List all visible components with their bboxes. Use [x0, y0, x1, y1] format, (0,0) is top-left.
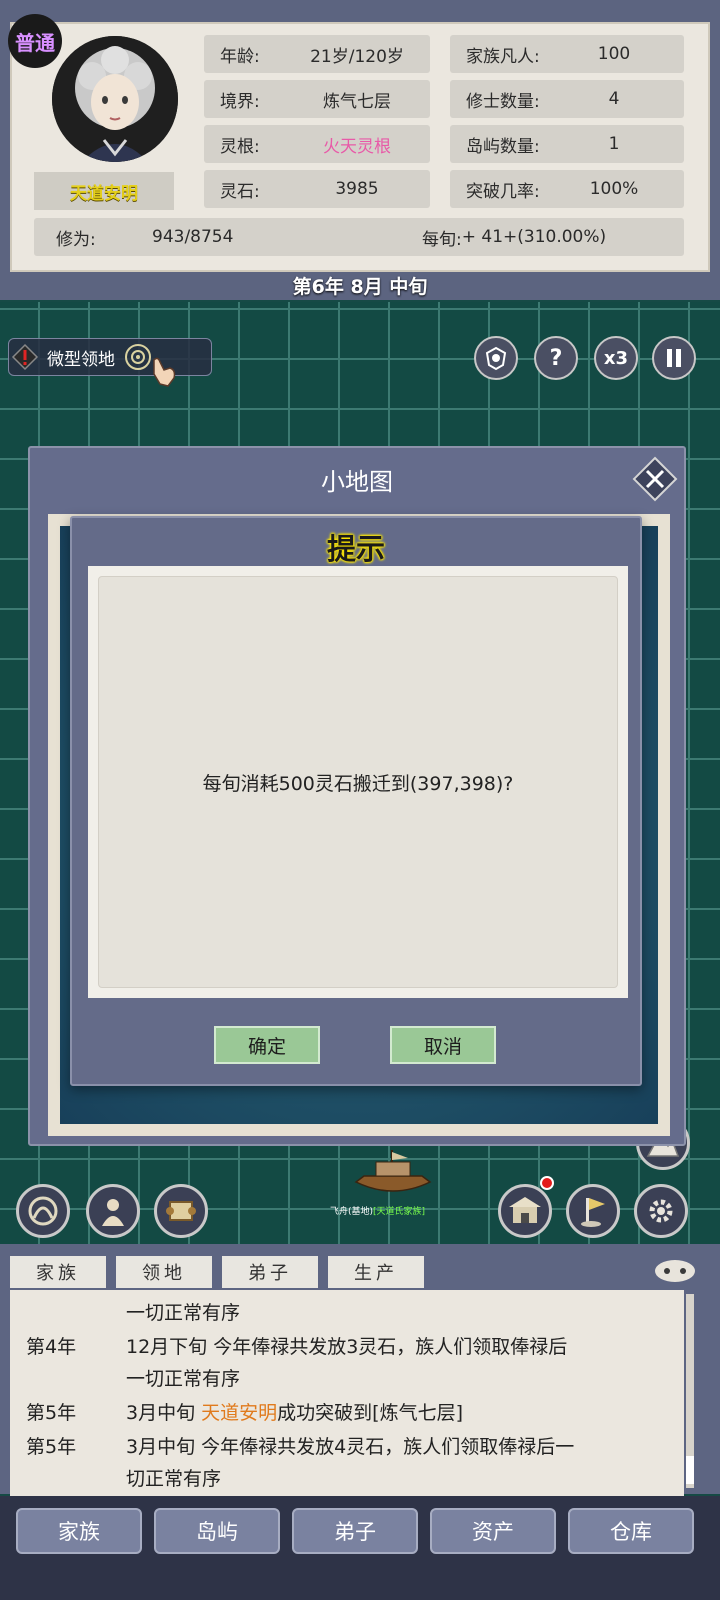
avatar-portrait-icon: [52, 36, 178, 162]
confirm-message: 每旬消耗500灵石搬迁到(397,398)?: [202, 772, 514, 795]
nav-islands[interactable]: 岛屿: [154, 1508, 280, 1554]
stat-value: 100: [597, 44, 631, 64]
alert-icon: [11, 343, 39, 371]
log-message: 12月下旬 今年俸禄共发放3灵石，族人们领取俸禄后: [126, 1336, 568, 1358]
confirm-title: 提示: [326, 532, 385, 566]
stat-islands: 岛屿数量: 1: [450, 125, 684, 163]
temple-icon: [509, 1197, 541, 1223]
stat-realm: 境界: 炼气七层: [204, 80, 430, 118]
notification-dot: [540, 1176, 554, 1190]
pause-icon: [667, 349, 681, 367]
log-scrollbar-thumb[interactable]: [686, 1456, 694, 1484]
log-message-prefix: 3月中旬: [126, 1402, 202, 1424]
minimap-title: 小地图: [321, 468, 393, 496]
stat-label: 家族凡人:: [466, 46, 540, 67]
question-icon: ?: [549, 345, 563, 371]
nav-assets[interactable]: 资产: [430, 1508, 556, 1554]
confirm-message-box: 每旬消耗500灵石搬迁到(397,398)?: [98, 576, 618, 988]
log-message: 切正常有序: [126, 1468, 222, 1490]
stat-label: 境界:: [220, 91, 260, 112]
minimap-close-button[interactable]: [632, 456, 678, 502]
pause-button[interactable]: [652, 336, 696, 380]
nav-warehouse[interactable]: 仓库: [568, 1508, 694, 1554]
flying-ship-base[interactable]: [348, 1148, 438, 1202]
stat-label: 灵根:: [220, 136, 260, 157]
stat-value: 炼气七层: [323, 91, 391, 112]
help-button[interactable]: ?: [534, 336, 578, 380]
confirm-body: 每旬消耗500灵石搬迁到(397,398)?: [88, 566, 628, 998]
stat-spirit-root: 灵根: 火天灵根: [204, 125, 430, 163]
log-message: 3月中旬 今年俸禄共发放4灵石，族人们领取俸禄后一: [126, 1436, 575, 1458]
close-icon: [632, 456, 678, 502]
ship-clan: [天道氏家族]: [373, 1207, 426, 1217]
map-button-1[interactable]: [16, 1184, 70, 1238]
cultivation-label: 修为:: [56, 229, 96, 250]
stat-value: 21岁/120岁: [310, 46, 404, 67]
game-date: 第6年 8月 中旬: [292, 275, 428, 298]
vortex-icon: [28, 1196, 58, 1226]
rank-badge: 普通: [8, 14, 62, 68]
log-message: 一切正常有序: [126, 1302, 241, 1324]
scroll-map-icon: [166, 1201, 196, 1221]
player-name[interactable]: 天道安明: [34, 172, 174, 210]
cultivation-row: 修为: 943/8754 每旬: + 41+(310.00%): [34, 218, 684, 256]
log-tab-disciples[interactable]: 弟子: [222, 1256, 318, 1288]
stat-label: 修士数量:: [466, 91, 540, 112]
log-character-name: 天道安明: [201, 1402, 278, 1424]
character-icon: [102, 1199, 124, 1226]
collapse-toggle-icon[interactable]: [652, 1256, 698, 1286]
log-year: 第5年: [26, 1402, 77, 1424]
gear-icon: [649, 1199, 673, 1223]
speed-label: x3: [603, 347, 629, 369]
confirm-button[interactable]: 确定: [214, 1026, 320, 1064]
stat-value: 火天灵根: [323, 136, 391, 157]
flying-ship-icon: [354, 1150, 432, 1192]
pointer-hand-icon: [148, 352, 182, 388]
stat-value: 4: [608, 89, 620, 109]
nav-disciples[interactable]: 弟子: [292, 1508, 418, 1554]
stat-value: 3985: [335, 179, 379, 199]
stat-cultivators: 修士数量: 4: [450, 80, 684, 118]
stat-label: 灵石:: [220, 181, 260, 202]
ship-label: 飞舟(基地)[天道氏家族]: [330, 1204, 425, 1217]
stat-mortals: 家族凡人: 100: [450, 35, 684, 73]
territory-label: 微型领地: [47, 349, 115, 370]
map-button-3[interactable]: [154, 1184, 208, 1238]
log-tab-production[interactable]: 生产: [328, 1256, 424, 1288]
confirm-dialog: 提示 每旬消耗500灵石搬迁到(397,398)? 确定 取消: [70, 516, 642, 1086]
cultivation-value: 943/8754: [152, 227, 234, 247]
log-list[interactable]: 一切正常有序 第4年 12月下旬 今年俸禄共发放3灵石，族人们领取俸禄后 一切正…: [10, 1290, 684, 1496]
settings-button[interactable]: [634, 1184, 688, 1238]
log-year: 第5年: [26, 1436, 77, 1458]
nav-clan[interactable]: 家族: [16, 1508, 142, 1554]
map-button-2[interactable]: [86, 1184, 140, 1238]
stat-label: 岛屿数量:: [466, 136, 540, 157]
ship-name: 飞舟(基地): [330, 1207, 374, 1217]
flag-icon: [581, 1198, 605, 1227]
speed-button[interactable]: x3: [594, 336, 638, 380]
log-tab-clan[interactable]: 家族: [10, 1256, 106, 1288]
log-message: 3月中旬 天道安明成功突破到[炼气七层]: [126, 1398, 463, 1425]
stat-value: 100%: [589, 179, 639, 199]
stat-value: 1: [608, 134, 620, 154]
log-message-suffix: 成功突破到[炼气七层]: [277, 1402, 463, 1424]
stat-spirit-stone: 灵石: 3985: [204, 170, 430, 208]
per-period-value: + 41+(310.00%): [461, 227, 607, 247]
stat-label: 年龄:: [220, 46, 260, 67]
emblem-icon: [485, 346, 507, 371]
cancel-button[interactable]: 取消: [390, 1026, 496, 1064]
log-message: 一切正常有序: [126, 1368, 241, 1390]
stat-breakthrough-rate: 突破几率: 100%: [450, 170, 684, 208]
map-button-hall[interactable]: [498, 1184, 552, 1238]
per-period-label: 每旬:: [422, 229, 462, 250]
log-tab-territory[interactable]: 领地: [116, 1256, 212, 1288]
avatar[interactable]: [52, 36, 178, 162]
stat-age: 年龄: 21岁/120岁: [204, 35, 430, 73]
stat-label: 突破几率:: [466, 181, 540, 202]
map-button-flag[interactable]: [566, 1184, 620, 1238]
sect-emblem-button[interactable]: [474, 336, 518, 380]
log-year: 第4年: [26, 1336, 77, 1358]
